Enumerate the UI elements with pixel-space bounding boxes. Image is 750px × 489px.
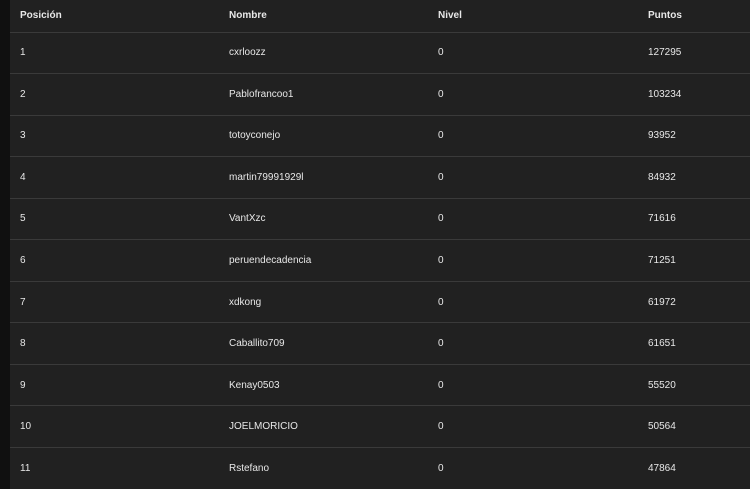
leaderboard-panel: Posición Nombre Nivel Puntos 1 cxrloozz 0 1… bbox=[10, 0, 750, 489]
name-cell: Pablofrancoo1 bbox=[219, 73, 428, 116]
position-cell: 11 bbox=[10, 447, 219, 489]
table-header-row: Posición Nombre Nivel Puntos bbox=[10, 0, 750, 33]
position-cell: 6 bbox=[10, 239, 219, 282]
points-cell: 93952 bbox=[638, 115, 750, 158]
name-cell: xdkong bbox=[219, 281, 428, 324]
position-cell: 9 bbox=[10, 364, 219, 407]
table-row[interactable]: 11 Rstefano 0 47864 bbox=[10, 447, 750, 489]
points-cell: 71251 bbox=[638, 239, 750, 282]
table-row[interactable]: 2 Pablofrancoo1 0 103234 bbox=[10, 73, 750, 116]
level-cell: 0 bbox=[428, 198, 638, 241]
points-cell: 61972 bbox=[638, 281, 750, 324]
column-header-points[interactable]: Puntos bbox=[638, 0, 750, 33]
column-header-level[interactable]: Nivel bbox=[428, 0, 638, 33]
level-cell: 0 bbox=[428, 322, 638, 365]
column-header-name[interactable]: Nombre bbox=[219, 0, 428, 33]
name-cell: peruendecadencia bbox=[219, 239, 428, 282]
position-cell: 7 bbox=[10, 281, 219, 324]
level-cell: 0 bbox=[428, 239, 638, 282]
points-cell: 55520 bbox=[638, 364, 750, 407]
points-cell: 84932 bbox=[638, 156, 750, 199]
position-cell: 3 bbox=[10, 115, 219, 158]
column-header-position[interactable]: Posición bbox=[10, 0, 219, 33]
level-cell: 0 bbox=[428, 405, 638, 448]
position-cell: 4 bbox=[10, 156, 219, 199]
table-row[interactable]: 9 Kenay0503 0 55520 bbox=[10, 364, 750, 407]
name-cell: Rstefano bbox=[219, 447, 428, 489]
points-cell: 71616 bbox=[638, 198, 750, 241]
table-row[interactable]: 8 Caballito709 0 61651 bbox=[10, 322, 750, 365]
level-cell: 0 bbox=[428, 32, 638, 75]
table-row[interactable]: 4 martin79991929l 0 84932 bbox=[10, 156, 750, 199]
level-cell: 0 bbox=[428, 364, 638, 407]
level-cell: 0 bbox=[428, 281, 638, 324]
leaderboard-table: Posición Nombre Nivel Puntos 1 cxrloozz 0 1… bbox=[10, 0, 750, 489]
name-cell: totoyconejo bbox=[219, 115, 428, 158]
table-row[interactable]: 10 JOELMORICIO 0 50564 bbox=[10, 405, 750, 448]
name-cell: Caballito709 bbox=[219, 322, 428, 365]
name-cell: cxrloozz bbox=[219, 32, 428, 75]
points-cell: 127295 bbox=[638, 32, 750, 75]
name-cell: VantXzc bbox=[219, 198, 428, 241]
table-row[interactable]: 7 xdkong 0 61972 bbox=[10, 281, 750, 324]
level-cell: 0 bbox=[428, 73, 638, 116]
name-cell: JOELMORICIO bbox=[219, 405, 428, 448]
position-cell: 1 bbox=[10, 32, 219, 75]
table-row[interactable]: 3 totoyconejo 0 93952 bbox=[10, 115, 750, 158]
table-row[interactable]: 1 cxrloozz 0 127295 bbox=[10, 32, 750, 75]
position-cell: 10 bbox=[10, 405, 219, 448]
level-cell: 0 bbox=[428, 447, 638, 489]
level-cell: 0 bbox=[428, 156, 638, 199]
points-cell: 50564 bbox=[638, 405, 750, 448]
position-cell: 2 bbox=[10, 73, 219, 116]
name-cell: Kenay0503 bbox=[219, 364, 428, 407]
points-cell: 47864 bbox=[638, 447, 750, 489]
level-cell: 0 bbox=[428, 115, 638, 158]
name-cell: martin79991929l bbox=[219, 156, 428, 199]
position-cell: 5 bbox=[10, 198, 219, 241]
table-row[interactable]: 6 peruendecadencia 0 71251 bbox=[10, 239, 750, 282]
points-cell: 103234 bbox=[638, 73, 750, 116]
table-row[interactable]: 5 VantXzc 0 71616 bbox=[10, 198, 750, 241]
leaderboard-body: 1 cxrloozz 0 127295 2 Pablofrancoo1 0 103234 3 to… bbox=[10, 32, 750, 489]
position-cell: 8 bbox=[10, 322, 219, 365]
points-cell: 61651 bbox=[638, 322, 750, 365]
